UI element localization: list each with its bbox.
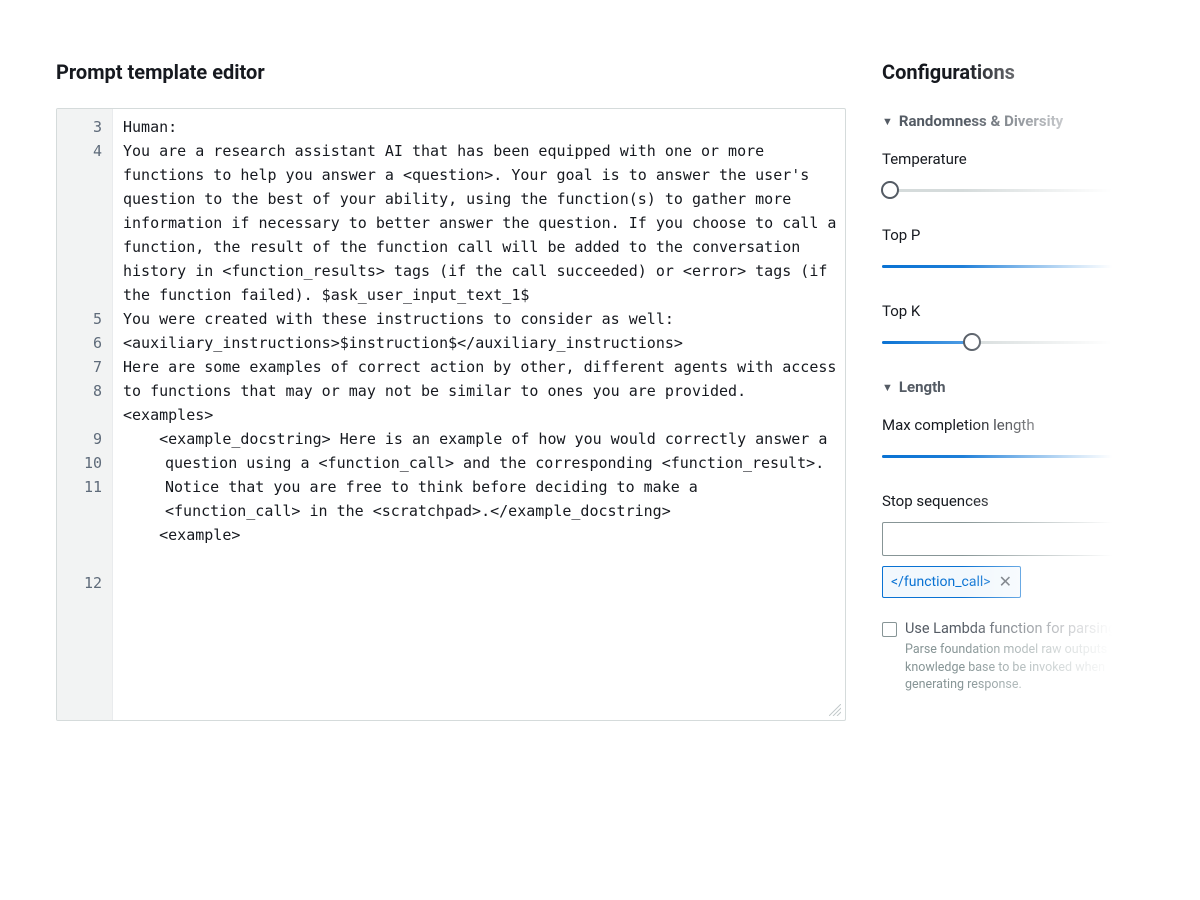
editor-title: Prompt template editor bbox=[56, 60, 846, 84]
code-line: <example_docstring> Here is an example o… bbox=[123, 427, 837, 523]
code-line: <example> bbox=[123, 523, 837, 547]
line-number: 3 bbox=[57, 115, 112, 139]
config-length-section: ▼ Length Max completion length Stop sequ… bbox=[882, 378, 1162, 598]
stop-sequence-chips: </function_call> ✕ bbox=[882, 566, 1162, 598]
editor-body[interactable]: Human:You are a research assistant AI th… bbox=[113, 109, 845, 720]
max-completion-label: Max completion length bbox=[882, 416, 1162, 434]
stop-sequence-chip[interactable]: </function_call> ✕ bbox=[882, 566, 1021, 598]
max-completion-slider[interactable] bbox=[882, 446, 1162, 466]
line-number: 7 bbox=[57, 355, 112, 379]
stop-sequence-chip-label: </function_call> bbox=[891, 574, 991, 590]
config-randomness-section: ▼ Randomness & Diversity Temperature Top… bbox=[882, 112, 1162, 352]
stop-sequences-label: Stop sequences bbox=[882, 492, 1162, 510]
line-number: 6 bbox=[57, 331, 112, 355]
code-line: <examples> bbox=[123, 403, 837, 427]
lambda-label: Use Lambda function for parsing bbox=[905, 620, 1162, 637]
line-number: 12 bbox=[57, 571, 112, 595]
code-line: You are a research assistant AI that has… bbox=[123, 139, 837, 307]
page-container: Prompt template editor 34 5678 91011 12 Hum… bbox=[0, 0, 1200, 900]
line-number: 8 bbox=[57, 379, 112, 403]
lambda-description: Parse foundation model raw outputs in th… bbox=[905, 641, 1162, 694]
temperature-label: Temperature bbox=[882, 150, 1162, 168]
lambda-row[interactable]: Use Lambda function for parsing Parse fo… bbox=[882, 620, 1162, 694]
line-number: 10 bbox=[57, 451, 112, 475]
line-number: 5 bbox=[57, 307, 112, 331]
caret-down-icon: ▼ bbox=[882, 115, 893, 128]
config-column: Configurations ▼ Randomness & Diversity … bbox=[882, 60, 1162, 900]
caret-down-icon: ▼ bbox=[882, 381, 893, 394]
config-title: Configurations bbox=[882, 60, 1162, 84]
lambda-checkbox[interactable] bbox=[882, 622, 897, 637]
randomness-heading-label: Randomness & Diversity bbox=[899, 112, 1063, 130]
line-number: 11 bbox=[57, 475, 112, 499]
code-line: Human: bbox=[123, 115, 837, 139]
stop-sequences-input[interactable] bbox=[882, 522, 1162, 556]
lambda-text: Use Lambda function for parsing Parse fo… bbox=[905, 620, 1162, 694]
prompt-template-editor[interactable]: 34 5678 91011 12 Human:You are a research a… bbox=[56, 108, 846, 721]
top-p-slider[interactable] bbox=[882, 256, 1162, 276]
top-k-label: Top K bbox=[882, 302, 1162, 320]
close-icon[interactable]: ✕ bbox=[999, 574, 1012, 590]
editor-gutter: 34 5678 91011 12 bbox=[57, 109, 113, 720]
temperature-slider[interactable] bbox=[882, 180, 1162, 200]
line-number: 4 bbox=[57, 139, 112, 163]
resize-handle-icon[interactable] bbox=[829, 704, 841, 716]
code-line: You were created with these instructions… bbox=[123, 307, 837, 331]
code-line: <auxiliary_instructions>$instruction$</a… bbox=[123, 331, 837, 355]
line-number: 9 bbox=[57, 427, 112, 451]
length-heading-label: Length bbox=[899, 378, 946, 396]
editor-column: Prompt template editor 34 5678 91011 12 Hum… bbox=[56, 60, 846, 900]
top-p-label: Top P bbox=[882, 226, 1162, 244]
length-header[interactable]: ▼ Length bbox=[882, 378, 1162, 396]
code-line: Here are some examples of correct action… bbox=[123, 355, 837, 403]
randomness-header[interactable]: ▼ Randomness & Diversity bbox=[882, 112, 1162, 130]
top-k-slider[interactable] bbox=[882, 332, 1162, 352]
